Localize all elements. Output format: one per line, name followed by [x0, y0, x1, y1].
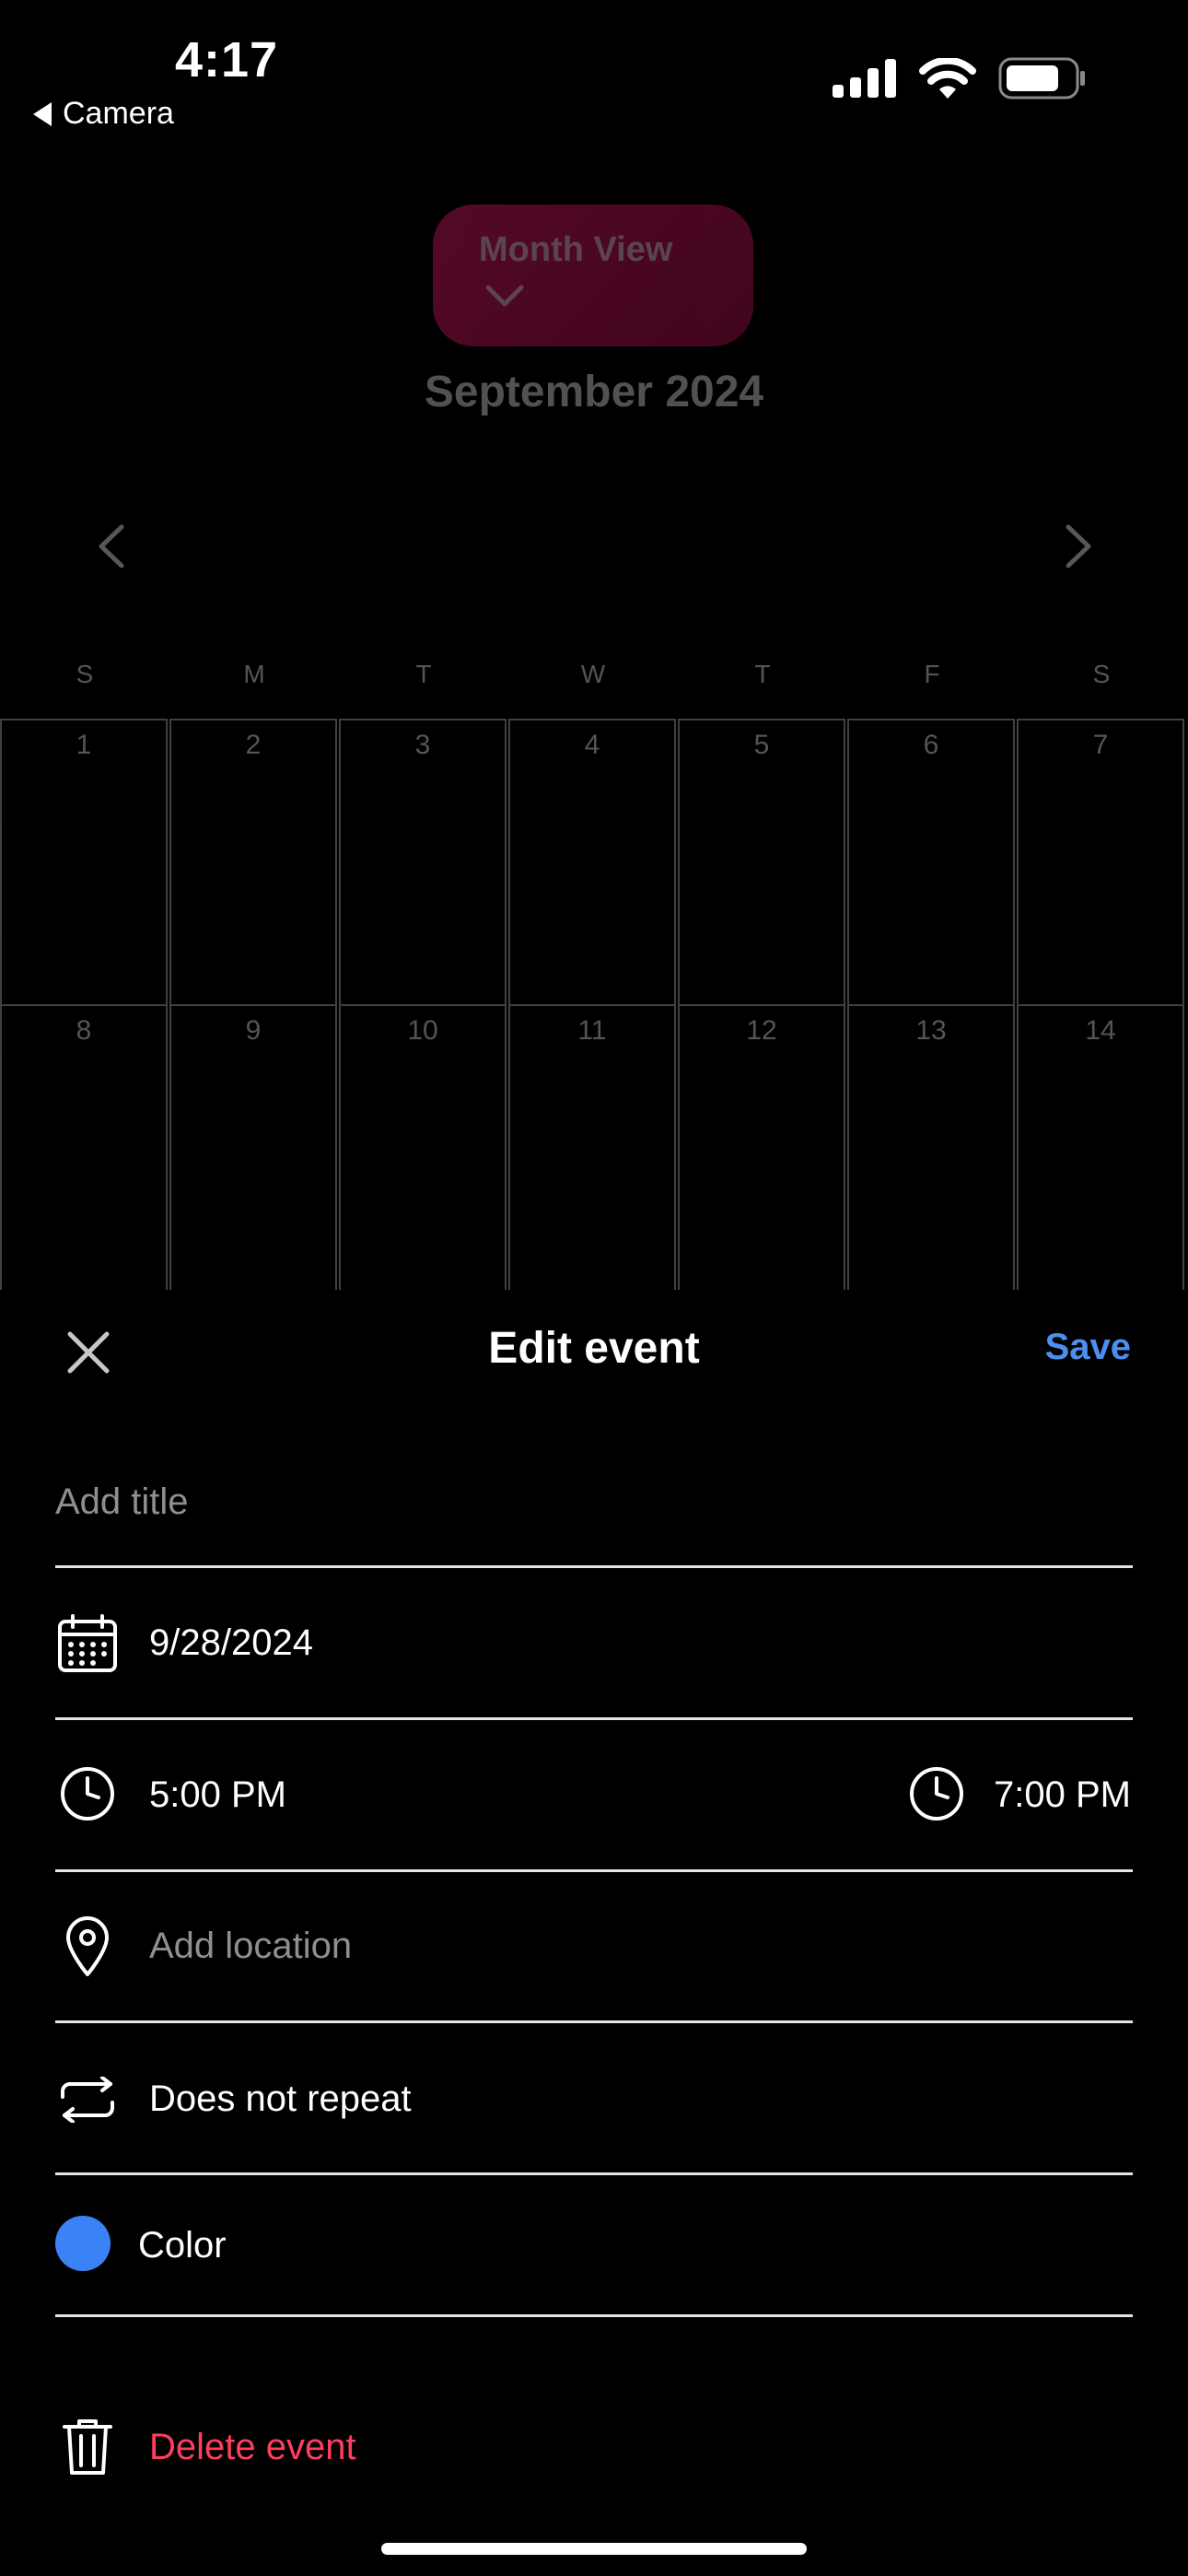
previous-month-icon[interactable]	[96, 523, 125, 569]
calendar-day-cell[interactable]: 9	[169, 1004, 337, 1299]
color-swatch[interactable]	[55, 2216, 111, 2271]
calendar-day-cell[interactable]: 2	[169, 719, 337, 1006]
day-number: 12	[746, 1015, 777, 1046]
delete-event-button[interactable]: Delete event	[149, 2427, 356, 2468]
weekday-label: T	[754, 660, 771, 688]
calendar-day-cell[interactable]: 12	[678, 1004, 845, 1299]
location-input[interactable]: Add location	[149, 1926, 352, 1967]
day-number: 1	[76, 730, 92, 760]
calendar-day-cell[interactable]: 13	[847, 1004, 1015, 1299]
weekday-label: M	[243, 660, 265, 688]
calendar-day-cell[interactable]: 5	[678, 719, 845, 1006]
weekday-label: S	[76, 660, 94, 688]
day-number: 3	[414, 730, 431, 760]
divider	[55, 2020, 1133, 2023]
repeat-option[interactable]: Does not repeat	[149, 2078, 412, 2120]
day-number: 2	[245, 730, 262, 760]
calendar-day-cell[interactable]: 8	[0, 1004, 168, 1299]
start-clock-icon	[61, 1767, 114, 1821]
month-view-label: Month View	[479, 230, 673, 269]
calendar-day-cell[interactable]: 14	[1017, 1004, 1184, 1299]
day-number: 7	[1092, 730, 1109, 760]
calendar-day-cell[interactable]: 11	[508, 1004, 676, 1299]
sheet-title: Edit event	[488, 1324, 700, 1373]
calendar-background: Month View September 2024 S M T W T F S …	[0, 0, 1188, 1299]
day-number: 13	[915, 1015, 947, 1046]
day-number: 14	[1085, 1015, 1116, 1046]
day-number: 8	[76, 1015, 92, 1046]
weekday-label: T	[415, 660, 432, 688]
day-number: 4	[584, 730, 600, 760]
end-time-field[interactable]: 7:00 PM	[994, 1774, 1131, 1816]
repeat-icon	[61, 2077, 114, 2123]
weekday-label: F	[924, 660, 940, 688]
end-clock-icon	[910, 1767, 963, 1821]
calendar-day-cell[interactable]: 7	[1017, 719, 1184, 1006]
calendar-day-cell[interactable]: 1	[0, 719, 168, 1006]
divider	[55, 2314, 1133, 2317]
divider	[55, 1717, 1133, 1720]
save-button[interactable]: Save	[1045, 1327, 1131, 1368]
color-label[interactable]: Color	[138, 2225, 227, 2266]
day-number: 10	[407, 1015, 438, 1046]
calendar-day-cell[interactable]: 6	[847, 719, 1015, 1006]
chevron-down-icon	[485, 285, 524, 307]
day-number: 11	[577, 1015, 607, 1046]
start-time-field[interactable]: 5:00 PM	[149, 1774, 286, 1816]
calendar-day-cell[interactable]: 10	[339, 1004, 507, 1299]
divider	[55, 1869, 1133, 1872]
date-field[interactable]: 9/28/2024	[149, 1622, 313, 1664]
weekday-label: S	[1092, 660, 1111, 688]
month-title: September 2024	[424, 368, 764, 416]
calendar-day-cell[interactable]: 4	[508, 719, 676, 1006]
divider	[55, 2172, 1133, 2175]
day-number: 5	[753, 730, 770, 760]
title-input[interactable]: Add title	[55, 1481, 189, 1523]
next-month-icon[interactable]	[1065, 523, 1094, 569]
location-pin-icon	[66, 1916, 109, 1976]
calendar-day-cell[interactable]: 3	[339, 719, 507, 1006]
day-number: 6	[923, 730, 939, 760]
home-indicator[interactable]	[381, 2543, 807, 2555]
weekday-label: W	[580, 660, 606, 688]
trash-icon	[63, 2419, 112, 2475]
divider	[55, 1565, 1133, 1568]
month-view-dropdown[interactable]: Month View	[433, 205, 753, 346]
calendar-icon	[58, 1614, 117, 1672]
day-number: 9	[245, 1015, 262, 1046]
